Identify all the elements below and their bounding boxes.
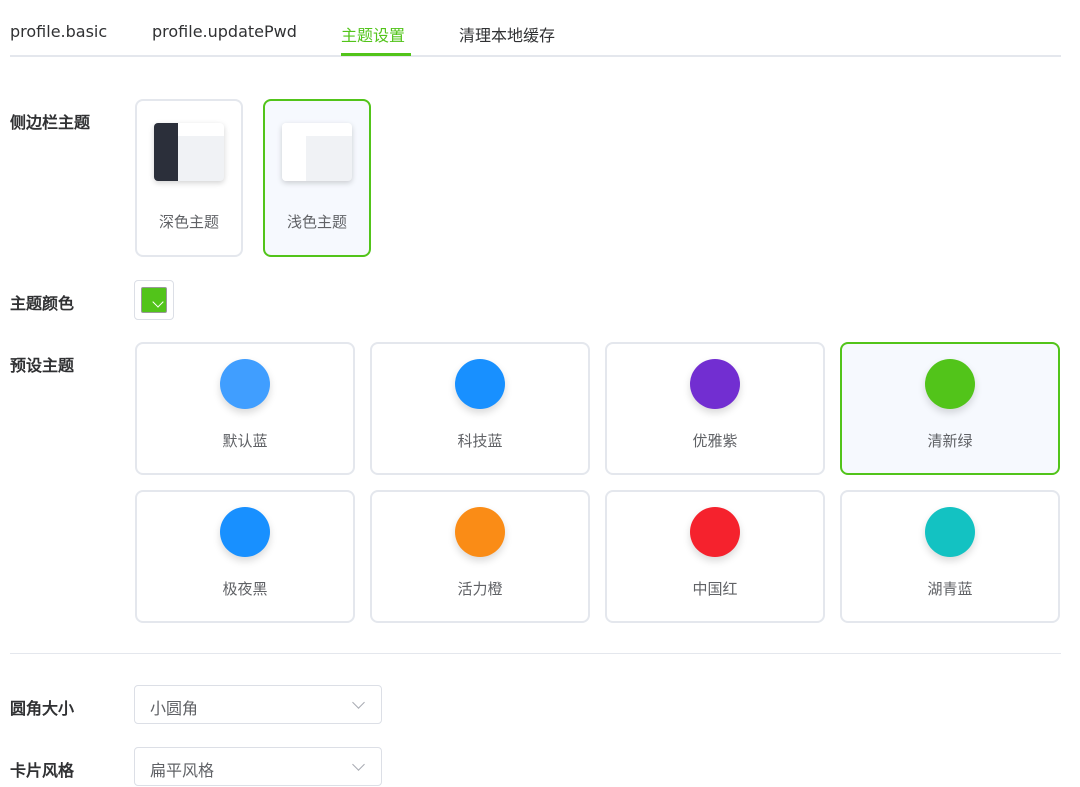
preset-theme-name: 优雅紫 (692, 432, 738, 450)
preset-color-dot (455, 507, 505, 557)
theme-color-picker[interactable] (134, 280, 174, 320)
preset-color-dot (690, 359, 740, 409)
sidebar-theme-name: 深色主题 (158, 213, 219, 231)
card-style-label: 卡片风格 (10, 761, 75, 780)
radius-select-value: 小圆角 (150, 699, 199, 718)
preset-theme-name: 默认蓝 (222, 432, 268, 450)
section-divider (10, 653, 1061, 654)
chevron-down-icon (352, 758, 365, 771)
card-style-select[interactable]: 扁平风格 (134, 747, 382, 786)
preset-color-dot (925, 507, 975, 557)
preset-color-dot (455, 359, 505, 409)
preset-theme-card[interactable]: 科技蓝 (370, 342, 590, 475)
preset-theme-name: 极夜黑 (222, 580, 268, 598)
chevron-down-icon (352, 696, 365, 709)
preset-theme-label: 预设主题 (10, 356, 75, 375)
light-theme-preview (282, 123, 352, 181)
sidebar-theme-dark-option[interactable]: 深色主题 (135, 99, 243, 257)
preview-sidebar (282, 123, 306, 181)
preset-theme-name: 中国红 (692, 580, 738, 598)
active-tab-indicator (341, 53, 411, 56)
dark-theme-preview (154, 123, 224, 181)
preset-color-dot (690, 507, 740, 557)
preset-color-dot (220, 507, 270, 557)
preset-theme-card[interactable]: 默认蓝 (135, 342, 355, 475)
color-swatch (141, 287, 167, 313)
preset-theme-card[interactable]: 极夜黑 (135, 490, 355, 623)
theme-color-label: 主题颜色 (10, 294, 75, 313)
preset-theme-name: 科技蓝 (457, 432, 503, 450)
sidebar-theme-name: 浅色主题 (286, 213, 347, 231)
tab-update-password[interactable]: profile.updatePwd (152, 22, 297, 41)
settings-tabs: profile.basic profile.updatePwd 主题设置 清理本… (10, 0, 1061, 57)
preset-color-dot (925, 359, 975, 409)
preset-theme-card[interactable]: 中国红 (605, 490, 825, 623)
preset-theme-card[interactable]: 优雅紫 (605, 342, 825, 475)
preview-header (178, 123, 224, 136)
card-style-select-value: 扁平风格 (150, 761, 215, 780)
chevron-down-icon (152, 296, 164, 308)
preset-theme-name: 湖青蓝 (927, 580, 973, 598)
tab-clear-cache[interactable]: 清理本地缓存 (459, 22, 555, 46)
sidebar-theme-light-option[interactable]: 浅色主题 (263, 99, 371, 257)
preset-theme-name: 活力橙 (457, 580, 503, 598)
preset-theme-card[interactable]: 湖青蓝 (840, 490, 1060, 623)
tab-theme-settings[interactable]: 主题设置 (341, 22, 405, 46)
preview-sidebar (154, 123, 178, 181)
preset-theme-name: 清新绿 (927, 432, 973, 450)
preset-theme-card[interactable]: 活力橙 (370, 490, 590, 623)
tab-profile-basic[interactable]: profile.basic (10, 22, 107, 41)
preset-theme-card[interactable]: 清新绿 (840, 342, 1060, 475)
radius-select[interactable]: 小圆角 (134, 685, 382, 724)
preset-color-dot (220, 359, 270, 409)
radius-label: 圆角大小 (10, 699, 75, 718)
sidebar-theme-label: 侧边栏主题 (10, 113, 91, 132)
